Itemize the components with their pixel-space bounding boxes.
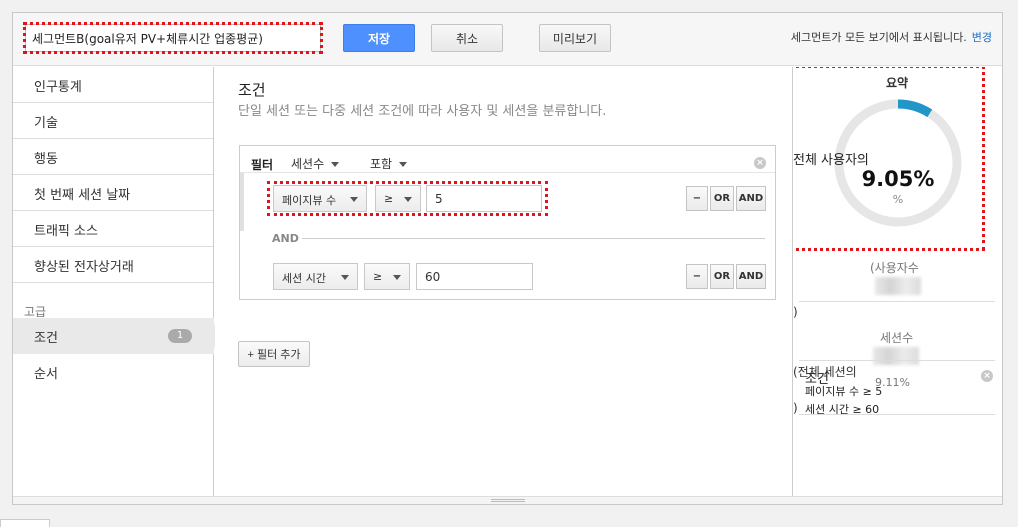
- remove-condition-button-2[interactable]: −: [686, 264, 708, 289]
- sidebar-item-first-session-date[interactable]: 첫 번째 세션 날짜: [13, 175, 213, 211]
- and-button-2[interactable]: AND: [736, 264, 766, 289]
- summary-title: 요약: [885, 76, 909, 90]
- sidebar-item-enhanced-ecommerce[interactable]: 향상된 전자상거래: [13, 247, 213, 283]
- sidebar-item-label: 조건: [34, 331, 58, 346]
- percent-of-users-label: 전체 사용자의: [793, 153, 869, 168]
- page-subtitle: 단일 세션 또는 다중 세션 조건에 따라 사용자 및 세션을 분류합니다.: [238, 104, 607, 119]
- operator-dropdown-1[interactable]: ≥: [375, 185, 421, 212]
- visibility-note-text: 세그먼트가 모든 보기에서 표시됩니다.: [790, 31, 967, 44]
- operator-dropdown-2[interactable]: ≥: [364, 263, 410, 290]
- sidebar-item-behavior[interactable]: 행동: [13, 139, 213, 175]
- sidebar-item-technology[interactable]: 기술: [13, 103, 213, 139]
- chevron-down-icon: [350, 197, 358, 202]
- operator-value: ≥: [384, 192, 394, 205]
- add-filter-button[interactable]: + 필터 추가: [238, 341, 310, 367]
- chevron-down-icon: [393, 275, 401, 280]
- remove-filter-icon[interactable]: ×: [754, 157, 766, 169]
- remove-condition-button-1[interactable]: −: [686, 186, 708, 211]
- conditions-panel: 조건 단일 세션 또는 다중 세션 조건에 따라 사용자 및 세션을 분류합니다…: [215, 67, 792, 496]
- sidebar-item-traffic-sources[interactable]: 트래픽 소스: [13, 211, 213, 247]
- overlay-condition-line-1: 페이지뷰 수 ≥ 5: [805, 385, 883, 398]
- sidebar-item-sequences[interactable]: 순서: [13, 354, 214, 390]
- condition-count-badge: 1: [168, 329, 192, 343]
- segment-name-input[interactable]: 세그먼트B(goal유저 PV+체류시간 업종평균): [23, 22, 323, 54]
- filter-mode-dropdown[interactable]: 포함: [370, 155, 408, 172]
- percent-unit: %: [892, 193, 904, 206]
- and-separator-line: [302, 238, 765, 239]
- summary-panel: 요약 전체 사용자의 9.05% % (사용자수 ) 세션수 (전체 세션의 9…: [792, 67, 1002, 496]
- operator-value: ≥: [373, 270, 383, 283]
- visibility-note: 세그먼트가 모든 보기에서 표시됩니다. 변경: [791, 29, 992, 45]
- and-separator-label: AND: [272, 232, 299, 245]
- bottom-left-tab: [0, 519, 50, 527]
- dimension-value: 페이지뷰 수: [282, 194, 337, 207]
- chevron-down-icon: [399, 162, 408, 167]
- editor-header: 세그먼트B(goal유저 PV+체류시간 업종평균) 저장 취소 미리보기 세그…: [13, 13, 1002, 66]
- cancel-button[interactable]: 취소: [431, 24, 503, 52]
- row-highlight-bar: [240, 173, 244, 231]
- resize-bar[interactable]: [13, 496, 1002, 504]
- summary-divider: [799, 414, 995, 415]
- close-icon[interactable]: ×: [981, 370, 993, 382]
- summary-divider: [799, 301, 995, 302]
- sessions-value-blurred: [873, 347, 919, 365]
- chevron-down-icon: [404, 197, 412, 202]
- filter-scope-value: 세션수: [291, 157, 325, 171]
- users-label: (사용자수: [870, 261, 919, 275]
- condition-value-input-2[interactable]: 60: [416, 263, 533, 290]
- and-button-1[interactable]: AND: [736, 186, 766, 211]
- filter-label: 필터: [251, 158, 274, 172]
- condition-value-input-1[interactable]: 5: [426, 185, 542, 212]
- page-title: 조건: [238, 81, 266, 99]
- dimension-dropdown-1[interactable]: 페이지뷰 수: [273, 185, 367, 212]
- chevron-down-icon: [331, 162, 340, 167]
- dimension-dropdown-2[interactable]: 세션 시간: [273, 263, 358, 290]
- filter-scope-dropdown[interactable]: 세션수: [291, 155, 340, 172]
- users-value-blurred: [875, 277, 921, 295]
- percent-of-users-value: 9.05%: [861, 167, 935, 191]
- dimension-value: 세션 시간: [282, 272, 326, 285]
- segment-editor: 세그먼트B(goal유저 PV+체류시간 업종평균) 저장 취소 미리보기 세그…: [12, 12, 1003, 505]
- filter-mode-value: 포함: [370, 157, 393, 171]
- save-button[interactable]: 저장: [343, 24, 415, 52]
- paren-close: ): [793, 305, 798, 319]
- resize-grip-icon[interactable]: [491, 499, 525, 502]
- preview-button[interactable]: 미리보기: [539, 24, 611, 52]
- paren-close: ): [793, 401, 798, 415]
- change-visibility-link[interactable]: 변경: [972, 31, 992, 44]
- sidebar-item-demographics[interactable]: 인구통계: [13, 67, 213, 103]
- filter-box: 필터 세션수 포함 × 페이지뷰 수 ≥ 5 − OR AND AND 세션 시…: [239, 145, 776, 300]
- chevron-down-icon: [341, 275, 349, 280]
- segment-sidebar: 인구통계 기술 행동 첫 번째 세션 날짜 트래픽 소스 향상된 전자상거래 고…: [13, 67, 224, 496]
- sidebar-item-conditions[interactable]: 조건 1: [13, 318, 224, 354]
- or-button-2[interactable]: OR: [710, 264, 734, 289]
- or-button-1[interactable]: OR: [710, 186, 734, 211]
- sessions-label: 세션수: [880, 331, 914, 345]
- summary-divider: [799, 360, 995, 361]
- row-divider: [240, 172, 775, 173]
